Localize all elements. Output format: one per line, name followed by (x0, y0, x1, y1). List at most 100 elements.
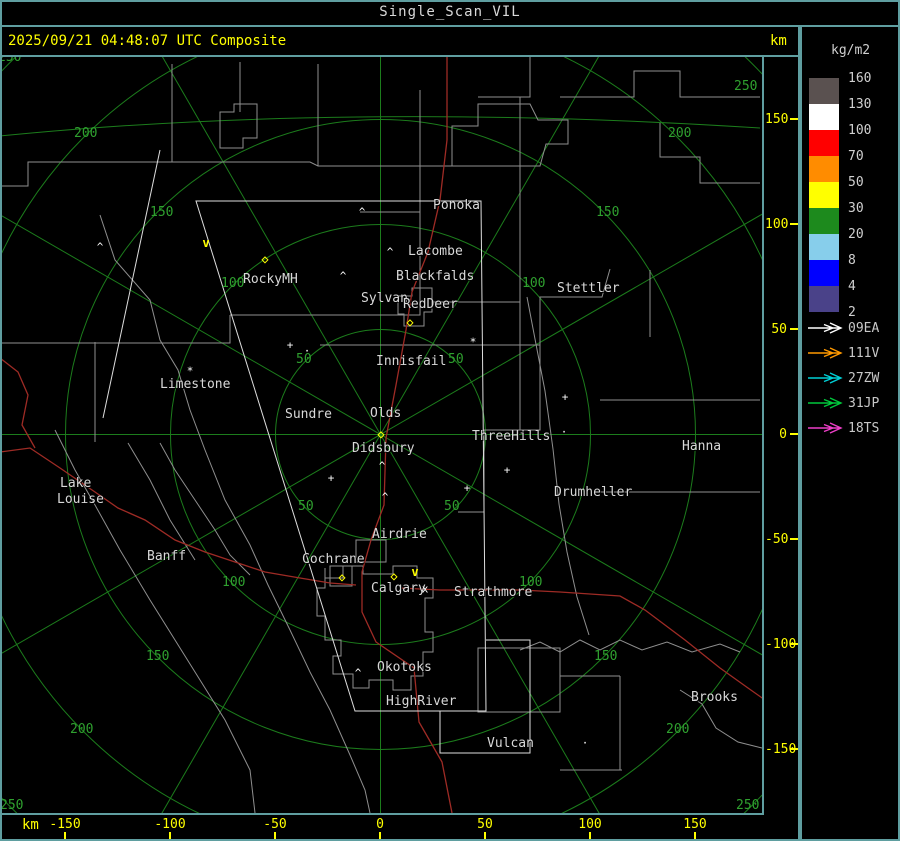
city-label-reddeer: RedDeer (403, 297, 458, 312)
town-marker: * (186, 364, 194, 378)
bottom-axis-tick (169, 832, 171, 839)
title-bar[interactable]: Single_Scan_VIL (0, 0, 900, 25)
right-axis-tick-label: 100 (765, 217, 789, 232)
bottom-axis-tick (589, 832, 591, 839)
legend-swatch (809, 78, 839, 104)
city-label-drumheller: Drumheller (554, 485, 633, 500)
map-labels-overlay: 250 200 150 100 50 50 100 150 200 250 50 100 150 200 2… (2, 57, 762, 813)
right-axis-tick-label: -100 (765, 637, 797, 652)
scan-datetime: 2025/09/21 04:48:07 UTC Composite (8, 33, 287, 49)
bottom-axis-tick (274, 832, 276, 839)
city-label-didsbury: Didsbury (352, 441, 415, 456)
ring-distance-label: 100 (222, 575, 246, 590)
town-marker: x (421, 582, 429, 596)
legend-swatch (809, 208, 839, 234)
radar-arrow-icon (808, 322, 843, 334)
legend-swatch (809, 286, 839, 312)
radar-site-marker: ◇ (377, 427, 385, 441)
ring-distance-label: 50 (448, 352, 464, 367)
town-marker: ^ (354, 666, 362, 680)
legend-panel: kg/m2 160 130 100 70 50 30 20 8 4 2 09EA 111V 27ZW 31… (803, 27, 897, 839)
legend-value: 160 (848, 71, 872, 86)
town-marker: · (303, 344, 311, 358)
right-axis-tick (790, 223, 798, 225)
bottom-axis-tick (484, 832, 486, 839)
bottom-axis-tick-label: 100 (578, 817, 602, 832)
right-axis-tick (790, 328, 798, 330)
city-label-highriver: HighRiver (386, 694, 457, 709)
legend-value: 100 (848, 123, 872, 138)
right-axis-unit: km (770, 33, 787, 49)
ring-distance-label: 200 (668, 126, 692, 141)
radar-id-label: 18TS (848, 421, 880, 436)
pointer-marker: v (202, 236, 210, 250)
right-axis-tick-label: -150 (765, 742, 797, 757)
bottom-axis-tick-label: -150 (49, 817, 81, 832)
city-label-brooks: Brooks (691, 690, 738, 705)
town-marker: ^ (358, 205, 366, 219)
town-marker: · (560, 425, 568, 439)
city-label-cochrane: Cochrane (302, 552, 365, 567)
ring-distance-label: 150 (594, 649, 618, 664)
town-marker: + (463, 481, 471, 495)
radar-id-label: 09EA (848, 321, 880, 336)
legend-value: 20 (848, 227, 864, 242)
ring-distance-label: 250 (736, 798, 760, 813)
bottom-axis-tick (379, 832, 381, 839)
city-label-vulcan: Vulcan (487, 736, 534, 751)
city-label-olds: Olds (370, 406, 402, 421)
city-label-strathmore: Strathmore (454, 585, 533, 600)
status-bar: 2025/09/21 04:48:07 UTC Composite km (0, 27, 900, 56)
city-label-louise: Louise (57, 492, 104, 507)
legend-value: 2 (848, 305, 856, 320)
town-marker: ^ (378, 459, 386, 473)
right-axis-tick-label: 50 (771, 322, 787, 337)
city-label-lake: Lake (60, 476, 92, 491)
legend-value: 50 (848, 175, 864, 190)
right-axis-tick-label: 150 (765, 112, 789, 127)
radar-arrow-icon (808, 372, 843, 384)
legend-swatch (809, 156, 839, 182)
radar-site-marker: ◇ (406, 315, 414, 329)
legend-value: 4 (848, 279, 856, 294)
city-label-innisfail: Innisfail (376, 354, 447, 369)
ring-distance-label: 50 (298, 499, 314, 514)
legend-swatch (809, 260, 839, 286)
ring-distance-label: 150 (146, 649, 170, 664)
bottom-axis-tick-label: -50 (263, 817, 287, 832)
radar-arrow-icon (808, 347, 843, 359)
town-marker: ^ (96, 240, 104, 254)
right-axis-tick (790, 748, 798, 750)
legend-swatch (809, 130, 839, 156)
ring-distance-label: 100 (522, 276, 546, 291)
bottom-axis-tick-label: 0 (376, 817, 384, 832)
ring-distance-label: 150 (596, 205, 620, 220)
town-marker: + (327, 471, 335, 485)
city-label-okotoks: Okotoks (377, 660, 432, 675)
radar-site-marker: ◇ (390, 569, 398, 583)
bottom-axis-tick-label: 150 (683, 817, 707, 832)
radar-id-label: 27ZW (848, 371, 880, 386)
legend-units-label: kg/m2 (831, 43, 871, 58)
legend-value: 130 (848, 97, 872, 112)
map-canvas[interactable]: 250 200 150 100 50 50 100 150 200 250 50 100 150 200 2… (2, 57, 764, 813)
radar-site-marker: ◇ (261, 252, 269, 266)
ring-distance-label: 50 (444, 499, 460, 514)
town-marker: · (581, 736, 589, 750)
right-axis: 150 100 50 0 -50 -100 -150 (765, 57, 798, 813)
ring-distance-label: 200 (666, 722, 690, 737)
town-marker: ^ (386, 245, 394, 259)
city-label-airdrie: Airdrie (372, 527, 427, 542)
city-label-calgary: Calgary (371, 581, 426, 596)
radar-arrow-icon (808, 422, 843, 434)
city-label-stettler: Stettler (557, 281, 620, 296)
city-label-sundre: Sundre (285, 407, 332, 422)
window-title: Single_Scan_VIL (379, 4, 521, 20)
city-label-limestone: Limestone (160, 377, 231, 392)
legend-value: 70 (848, 149, 864, 164)
city-label-blackfalds: Blackfalds (396, 269, 475, 284)
legend-swatch (809, 234, 839, 260)
map-bottom-border (0, 813, 764, 815)
legend-value: 8 (848, 253, 856, 268)
city-label-sylvan: Sylvan (361, 291, 408, 306)
